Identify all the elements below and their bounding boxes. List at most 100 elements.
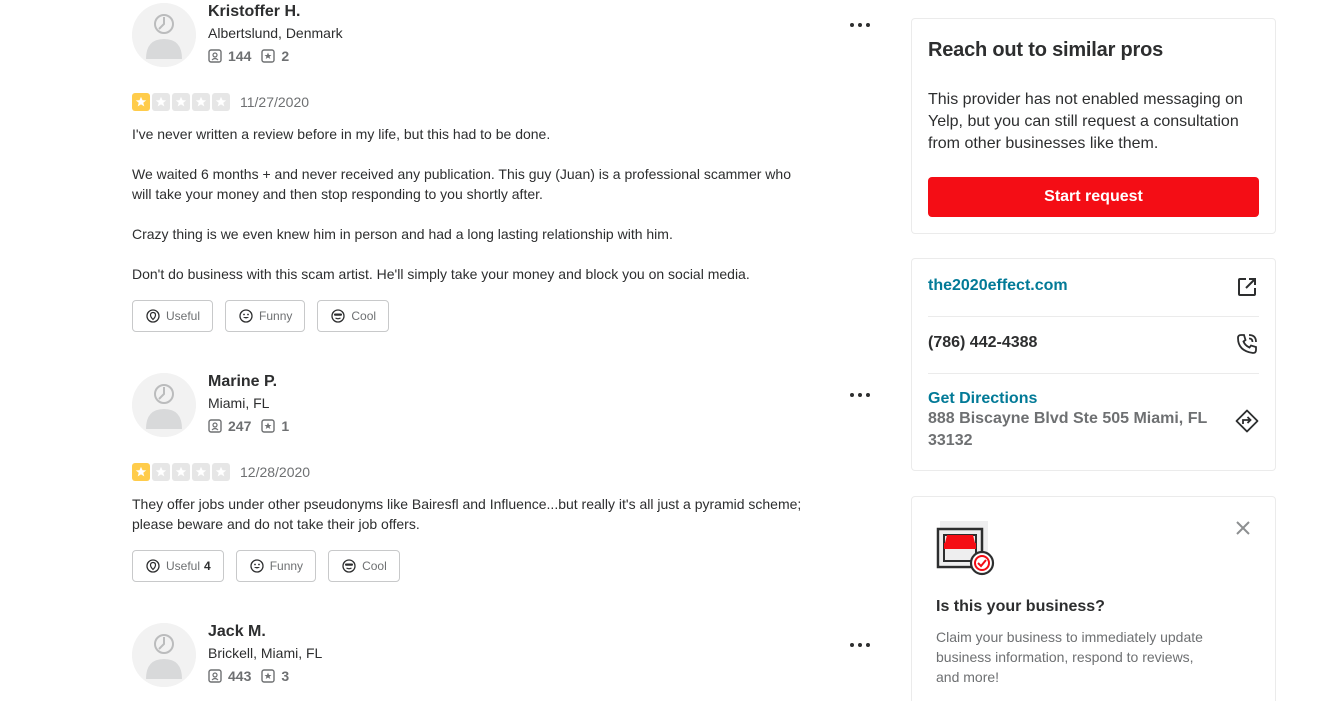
review-date: 12/28/2020: [240, 464, 311, 480]
review-date: 11/27/2020: [240, 94, 310, 110]
user-avatar-icon[interactable]: [132, 3, 196, 67]
review-text: They offer jobs under other pseudonyms l…: [132, 494, 802, 534]
business-address: 888 Biscayne Blvd Ste 505 Miami, FL 3313…: [928, 410, 1207, 449]
cool-button[interactable]: Cool: [328, 550, 400, 582]
friends-stat: 247: [208, 418, 251, 434]
external-link-icon[interactable]: [1235, 275, 1259, 299]
star-icon: [212, 93, 230, 111]
funny-label: Funny: [269, 559, 304, 573]
business-claim-icon: [936, 521, 995, 576]
claim-business-card: Is this your business? Claim your busine…: [911, 496, 1276, 701]
user-name[interactable]: Marine P.: [208, 373, 277, 391]
user-location: Miami, FL: [208, 395, 270, 411]
useful-label: Useful: [166, 309, 201, 323]
reaction-buttons: Useful Funny Cool: [132, 300, 401, 332]
divider: [928, 373, 1259, 374]
star-icon: [172, 93, 190, 111]
friends-icon: [208, 49, 222, 63]
reach-out-title: Reach out to similar pros: [928, 39, 1164, 61]
website-link[interactable]: the2020effect.com: [928, 277, 1068, 294]
business-info-card: the2020effect.com (786) 442-4388 Get Dir…: [911, 258, 1276, 471]
cool-icon: [342, 559, 356, 573]
friends-count: 443: [228, 668, 252, 684]
star-icon: [192, 93, 210, 111]
review-item: Kristoffer H. Albertslund, Denmark 144 2…: [132, 3, 872, 333]
friends-stat: 443: [208, 668, 251, 684]
review-count: 2: [281, 48, 290, 64]
reaction-buttons: Useful 4 Funny Cool: [132, 550, 412, 582]
useful-button[interactable]: Useful: [132, 300, 214, 332]
cool-button[interactable]: Cool: [317, 300, 390, 332]
user-name[interactable]: Kristoffer H.: [208, 3, 300, 21]
website-row[interactable]: the2020effect.com: [928, 277, 1259, 301]
friends-count: 144: [228, 48, 252, 64]
reach-out-description: This provider has not enabled messaging …: [928, 91, 1243, 152]
friends-icon: [208, 419, 222, 433]
star-icon: [132, 463, 150, 481]
review-count: 1: [281, 418, 290, 434]
user-avatar-icon[interactable]: [132, 373, 196, 437]
reach-out-card: Reach out to similar pros This provider …: [911, 18, 1276, 234]
funny-button[interactable]: Funny: [235, 550, 317, 582]
rating-row: 11/27/2020: [132, 93, 309, 111]
more-options-icon[interactable]: [848, 633, 872, 657]
user-stats: 247 1: [208, 418, 299, 434]
get-directions-link[interactable]: Get Directions: [928, 390, 1259, 408]
review-paragraph: Don't do business with this scam artist.…: [132, 266, 750, 282]
review-text: I've never written a review before in my…: [132, 124, 802, 284]
reviews-stat: 2: [261, 48, 289, 64]
more-options-icon[interactable]: [848, 13, 872, 37]
reviews-icon: [261, 419, 276, 433]
start-request-button[interactable]: Start request: [928, 177, 1259, 217]
useful-count: 4: [204, 559, 211, 573]
directions-icon[interactable]: [1235, 409, 1259, 433]
cool-label: Cool: [351, 309, 377, 323]
directions-row[interactable]: Get Directions 888 Biscayne Blvd Ste 505…: [928, 390, 1259, 456]
claim-title: Is this your business?: [936, 598, 1105, 615]
phone-row[interactable]: (786) 442-4388: [928, 334, 1259, 358]
cool-icon: [331, 309, 346, 323]
friends-count: 247: [228, 418, 252, 434]
star-icon: [172, 463, 190, 481]
more-options-icon[interactable]: [848, 383, 872, 407]
user-stats: 144 2: [208, 48, 299, 64]
useful-label: Useful: [166, 559, 201, 573]
user-stats: 443 3: [208, 668, 299, 684]
star-rating: [132, 93, 232, 111]
star-icon: [132, 93, 150, 111]
phone-number[interactable]: (786) 442-4388: [928, 334, 1037, 351]
user-location: Brickell, Miami, FL: [208, 645, 323, 661]
review-paragraph: I've never written a review before in my…: [132, 126, 551, 142]
funny-icon: [250, 559, 264, 573]
star-icon: [152, 93, 170, 111]
funny-button[interactable]: Funny: [225, 300, 306, 332]
reviews-icon: [261, 49, 276, 63]
useful-button[interactable]: Useful 4: [132, 550, 224, 582]
reviews-icon: [261, 669, 276, 683]
star-rating: [132, 463, 232, 481]
friends-icon: [208, 669, 222, 683]
review-item: Marine P. Miami, FL 247 1 12/28/2020 The…: [132, 373, 872, 583]
star-icon: [212, 463, 230, 481]
phone-icon[interactable]: [1235, 332, 1259, 356]
review-paragraph: Crazy thing is we even knew him in perso…: [132, 226, 673, 242]
reviews-stat: 1: [261, 418, 289, 434]
review-item: Jack M. Brickell, Miami, FL 443 3: [132, 623, 872, 701]
star-icon: [152, 463, 170, 481]
user-name[interactable]: Jack M.: [208, 623, 266, 641]
friends-stat: 144: [208, 48, 251, 64]
review-paragraph: We waited 6 months + and never received …: [132, 166, 791, 202]
review-paragraph: They offer jobs under other pseudonyms l…: [132, 496, 802, 532]
cool-label: Cool: [362, 559, 387, 573]
claim-description: Claim your business to immediately updat…: [936, 629, 1203, 685]
review-count: 3: [281, 668, 290, 684]
divider: [928, 316, 1259, 317]
reviews-stat: 3: [261, 668, 289, 684]
funny-label: Funny: [259, 309, 293, 323]
close-icon[interactable]: [1234, 519, 1252, 537]
funny-icon: [239, 309, 253, 323]
useful-icon: [146, 559, 160, 573]
user-location: Albertslund, Denmark: [208, 25, 343, 41]
user-avatar-icon[interactable]: [132, 623, 196, 687]
star-icon: [192, 463, 210, 481]
